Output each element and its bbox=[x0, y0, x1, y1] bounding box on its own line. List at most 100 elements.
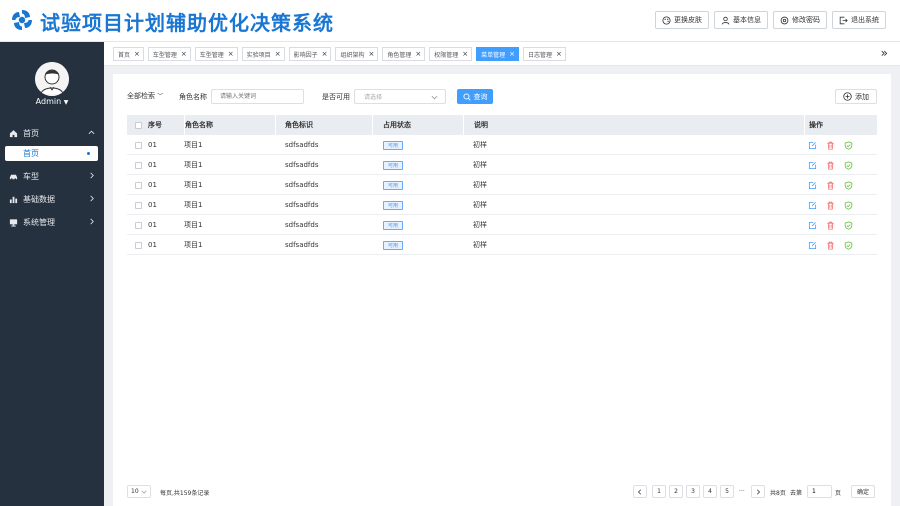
page-button-1[interactable]: 1 bbox=[652, 485, 666, 498]
edit-icon[interactable] bbox=[808, 201, 817, 210]
edit-icon[interactable] bbox=[808, 161, 817, 170]
shield-check-icon[interactable] bbox=[844, 240, 853, 250]
row-checkbox[interactable] bbox=[135, 135, 142, 155]
shield-check-icon[interactable] bbox=[844, 220, 853, 230]
close-icon[interactable]: × bbox=[462, 50, 468, 58]
row-checkbox[interactable] bbox=[135, 195, 142, 215]
shield-check-icon[interactable] bbox=[844, 200, 853, 210]
page-size-select[interactable]: 10 bbox=[127, 485, 151, 498]
table-header: 序号 角色名称 角色标识 占用状态 说明 操作 bbox=[127, 115, 877, 135]
edit-icon[interactable] bbox=[808, 181, 817, 190]
change-skin-button[interactable]: 更换皮肤 bbox=[655, 11, 709, 29]
role-name-input[interactable] bbox=[211, 89, 304, 104]
close-icon[interactable]: × bbox=[415, 50, 421, 58]
table-row: 01 项目1 sdfsadfds 可用 初样 bbox=[127, 195, 877, 215]
close-icon[interactable]: × bbox=[134, 50, 140, 58]
tab-label: 影响因子 bbox=[293, 51, 318, 59]
row-checkbox[interactable] bbox=[135, 235, 142, 255]
close-icon[interactable]: × bbox=[556, 50, 562, 58]
tab-permission-management[interactable]: 权限管理 × bbox=[429, 47, 473, 61]
row-ops bbox=[808, 135, 862, 155]
row-index: 01 bbox=[148, 241, 157, 249]
all-search-label: 全部检索 bbox=[127, 92, 155, 100]
delete-icon[interactable] bbox=[826, 241, 835, 250]
tab-log-management[interactable]: 日志管理 × bbox=[523, 47, 566, 61]
page-button-3[interactable]: 3 bbox=[686, 485, 700, 498]
select-all-checkbox[interactable] bbox=[135, 115, 142, 135]
close-icon[interactable]: × bbox=[181, 50, 187, 58]
tab-home[interactable]: 首页 × bbox=[113, 47, 144, 61]
shield-check-icon[interactable] bbox=[844, 140, 853, 150]
sidebar-menu: 首页 首页 车型 基础数据 系统管理 bbox=[0, 122, 104, 234]
logout-icon bbox=[839, 16, 848, 24]
page-ellipsis: ··· bbox=[739, 488, 745, 495]
all-search-dropdown[interactable]: 全部检索 ﹀ bbox=[127, 91, 163, 101]
page-button-5[interactable]: 5 bbox=[720, 485, 734, 498]
sidebar-subitem-home[interactable]: 首页 bbox=[5, 146, 98, 161]
close-icon[interactable]: × bbox=[228, 50, 234, 58]
page-button-2[interactable]: 2 bbox=[669, 485, 683, 498]
row-index: 01 bbox=[148, 141, 157, 149]
search-icon bbox=[462, 92, 471, 101]
chevron-right-icon bbox=[756, 488, 761, 495]
page-unit: 页 bbox=[835, 490, 842, 497]
tab-menu-management[interactable]: 菜单管理 × bbox=[476, 47, 520, 61]
row-desc: 初样 bbox=[473, 161, 487, 169]
user-menu[interactable]: Admin ▼ bbox=[0, 97, 104, 106]
close-icon[interactable]: × bbox=[275, 50, 281, 58]
role-table: 序号 角色名称 角色标识 占用状态 说明 操作 01 项目1 sdfsadfds… bbox=[127, 115, 877, 255]
available-select[interactable]: 请选择 bbox=[354, 89, 446, 104]
add-button[interactable]: 添加 bbox=[835, 89, 877, 104]
tab-org-structure[interactable]: 组织架构 × bbox=[335, 47, 379, 61]
edit-icon[interactable] bbox=[808, 221, 817, 230]
delete-icon[interactable] bbox=[826, 141, 835, 150]
logout-button[interactable]: 退出系统 bbox=[832, 11, 886, 29]
basic-info-button[interactable]: 基本信息 bbox=[714, 11, 768, 29]
tab-experiment-project[interactable]: 实验项目 × bbox=[241, 47, 285, 61]
tab-impact-factor[interactable]: 影响因子 × bbox=[288, 47, 332, 61]
col-index: 序号 bbox=[148, 121, 162, 129]
delete-icon[interactable] bbox=[826, 161, 835, 170]
chevron-down-icon: ﹀ bbox=[157, 93, 164, 100]
page-button-4[interactable]: 4 bbox=[703, 485, 717, 498]
edit-icon[interactable] bbox=[808, 141, 817, 150]
tab-car-management-2[interactable]: 车型管理 × bbox=[194, 47, 238, 61]
sidebar-item-home[interactable]: 首页 bbox=[0, 122, 104, 145]
sidebar-item-label: 车型 bbox=[23, 172, 39, 181]
query-button[interactable]: 查询 bbox=[457, 89, 493, 104]
next-page-button[interactable] bbox=[751, 485, 765, 498]
col-ops: 操作 bbox=[809, 121, 823, 129]
tab-role-management[interactable]: 角色管理 × bbox=[382, 47, 426, 61]
col-role-name-wrap: 角色名称 bbox=[184, 115, 274, 135]
available-placeholder: 请选择 bbox=[364, 94, 383, 101]
sidebar-item-car[interactable]: 车型 bbox=[0, 165, 104, 188]
tab-label: 组织架构 bbox=[340, 51, 365, 59]
chevron-down-icon bbox=[431, 95, 438, 100]
delete-icon[interactable] bbox=[826, 221, 835, 230]
close-icon[interactable]: × bbox=[509, 50, 515, 58]
delete-icon[interactable] bbox=[826, 201, 835, 210]
row-checkbox[interactable] bbox=[135, 175, 142, 195]
edit-icon[interactable] bbox=[808, 241, 817, 250]
tabs-more-button[interactable]: » bbox=[881, 46, 888, 60]
status-badge: 可用 bbox=[383, 200, 404, 210]
tab-car-management[interactable]: 车型管理 × bbox=[147, 47, 191, 61]
shield-check-icon[interactable] bbox=[844, 160, 853, 170]
sidebar-subitem-label: 首页 bbox=[23, 149, 39, 158]
prev-page-button[interactable] bbox=[633, 485, 647, 498]
sidebar-item-base-data[interactable]: 基础数据 bbox=[0, 188, 104, 211]
delete-icon[interactable] bbox=[826, 181, 835, 190]
table-row: 01 项目1 sdfsadfds 可用 初样 bbox=[127, 175, 877, 195]
header-actions: 更换皮肤 基本信息 修改密码 退出系统 bbox=[655, 11, 886, 29]
tab-label: 首页 bbox=[118, 51, 131, 59]
close-icon[interactable]: × bbox=[368, 50, 374, 58]
sidebar-item-system[interactable]: 系统管理 bbox=[0, 211, 104, 234]
avatar[interactable] bbox=[35, 62, 69, 96]
shield-check-icon[interactable] bbox=[844, 180, 853, 190]
change-password-button[interactable]: 修改密码 bbox=[773, 11, 827, 29]
row-checkbox[interactable] bbox=[135, 155, 142, 175]
goto-page-input[interactable] bbox=[807, 485, 832, 498]
row-checkbox[interactable] bbox=[135, 215, 142, 235]
confirm-button[interactable]: 确定 bbox=[851, 485, 875, 498]
close-icon[interactable]: × bbox=[322, 50, 328, 58]
